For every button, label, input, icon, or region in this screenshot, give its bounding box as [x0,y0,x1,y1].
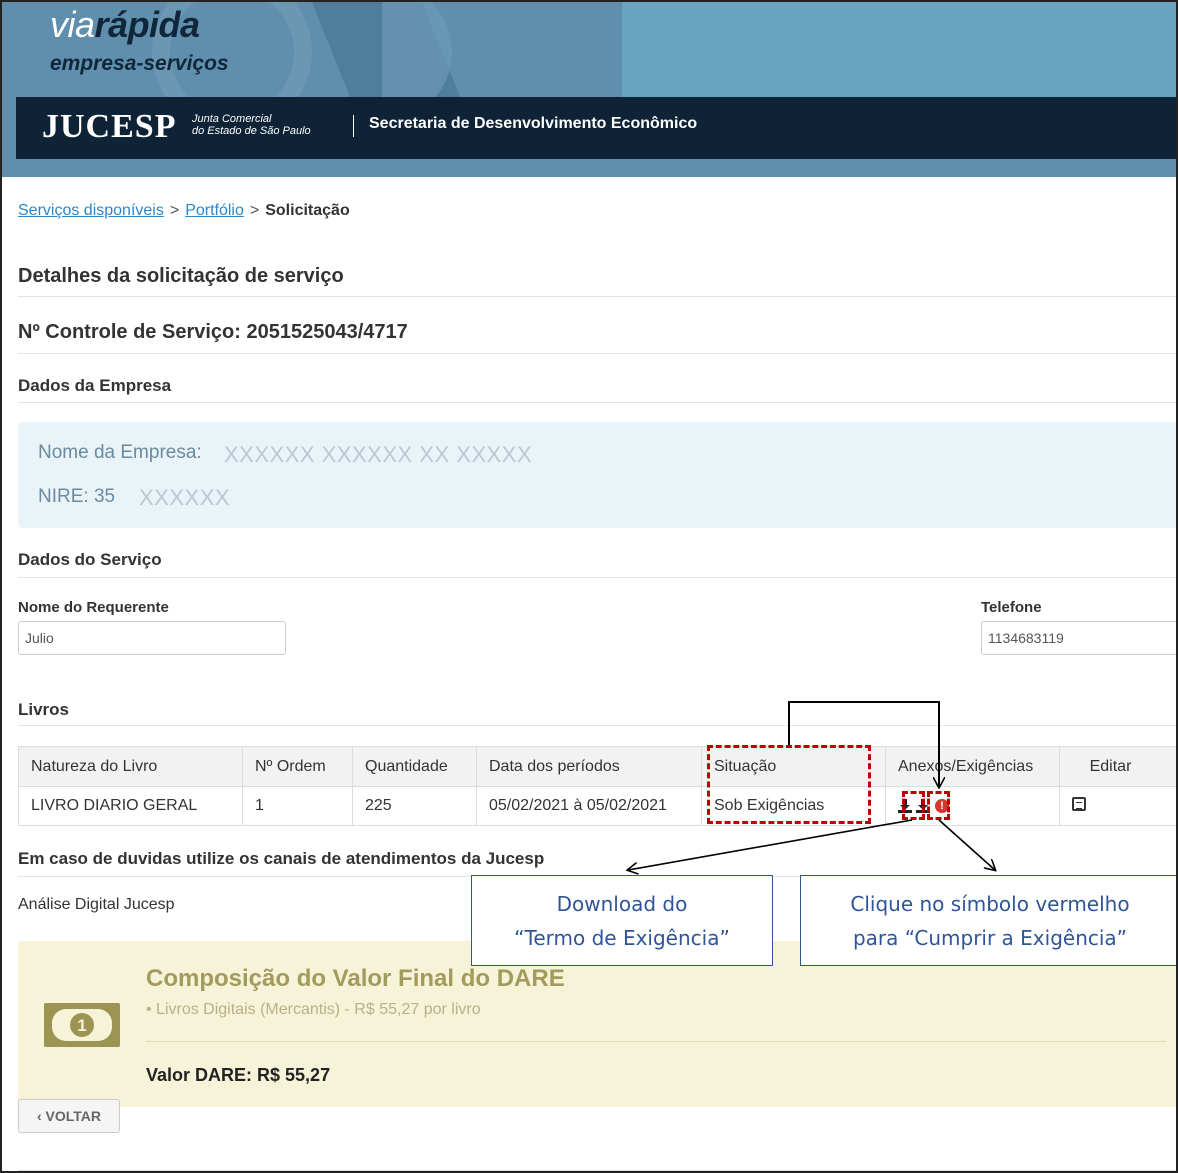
table-cell: 225 [352,786,477,826]
divider [18,725,1176,726]
edit-icon[interactable] [1072,796,1086,811]
table-header-row: Natureza do Livro Nº Ordem Quantidade Da… [18,746,1176,787]
logo-rapida-text: rápida [94,4,201,45]
breadcrumb-current: Solicitação [265,202,350,219]
dare-valor: Valor DARE: R$ 55,27 [146,1065,331,1085]
cumprir-callout: Clique no símbolo vermelho para “Cumprir… [800,875,1176,966]
breadcrumb: Serviços disponíveis > Portfólio > Solicitaç… [18,202,350,220]
livros-heading: Livros [18,700,70,719]
header-banner: viarápida empresa-serviços JUCESP Junta … [2,2,1176,177]
column-header: Editar [1059,746,1176,787]
duvidas-heading: Em caso de duvidas utilize os canais de … [18,849,545,868]
divider [146,1041,1166,1042]
table-cell: LIVRO DIARIO GERAL [18,786,243,826]
table-cell: 1 [242,786,353,826]
secretaria-title: Secretaria de Desenvolvimento Econômico [369,115,698,132]
table-row: LIVRO DIARIO GERAL 1 225 05/02/2021 à 05… [18,786,1176,826]
dare-title: Composição do Valor Final do DARE [146,965,565,992]
callout-line: Download do [556,892,688,916]
callout-line: Clique no símbolo vermelho [850,892,1130,916]
column-header: Natureza do Livro [18,746,243,787]
breadcrumb-separator: > [169,202,180,219]
jucesp-logo[interactable]: JUCESP [42,108,176,146]
analise-digital-text: Análise Digital Jucesp [18,896,175,913]
jucesp-tagline-line1: Junta Comercial [192,113,272,125]
nire-value: XXXXXX [139,485,231,510]
table-cell: 05/02/2021 à 05/02/2021 [476,786,702,826]
divider [18,402,1176,403]
alert-highlight [927,791,950,820]
controle-servico-heading: Nº Controle de Serviço: 2051525043/4717 [18,321,408,343]
dare-item-text: Livros Digitais (Mercantis) - R$ 55,27 p… [156,1001,481,1018]
nome-empresa-label: Nome da Empresa: [38,442,202,463]
banner-decoration [622,2,1176,97]
jucesp-tagline-line2: do Estado de São Paulo [192,125,311,137]
voltar-label: VOLTAR [45,1108,102,1124]
viarapida-logo[interactable]: viarápida [50,4,200,46]
divider [18,1170,1176,1171]
column-header: Nº Ordem [242,746,353,787]
logo-subtitle: empresa-serviços [50,52,229,75]
dados-empresa-heading: Dados da Empresa [18,376,172,395]
page-frame: viarápida empresa-serviços JUCESP Junta … [0,0,1178,1173]
dare-item: • Livros Digitais (Mercantis) - R$ 55,27… [146,1001,481,1018]
callout-line: “Termo de Exigência” [514,926,730,950]
requerente-input[interactable]: Julio [18,621,286,655]
svg-text:1: 1 [77,1016,86,1035]
download-highlight [902,791,925,820]
livros-table: Natureza do Livro Nº Ordem Quantidade Da… [18,746,1176,826]
divider [353,115,354,137]
company-info-box: Nome da Empresa: XXXXXX XXXXXX XX XXXXX … [18,422,1176,528]
logo-via-text: via [50,4,95,45]
situacao-highlight [707,745,871,824]
nome-empresa-value: XXXXXX XXXXXX XX XXXXX [224,442,533,467]
page-title: Detalhes da solicitação de serviço [18,265,344,287]
telefone-label: Telefone [981,599,1042,616]
money-icon: 1 [44,1003,120,1047]
divider [18,353,1176,354]
column-header: Anexos/Exigências [885,746,1060,787]
callout-line: para “Cumprir a Exigência” [852,926,1128,950]
top-bar: JUCESP Junta Comercial do Estado de São … [16,97,1176,159]
divider [18,577,1176,578]
requerente-label: Nome do Requerente [18,599,169,616]
divider [18,296,1176,297]
jucesp-tagline: Junta Comercial do Estado de São Paulo [192,113,311,137]
voltar-button[interactable]: ‹ VOLTAR [18,1099,120,1133]
nire-label: NIRE: 35 [38,486,116,507]
download-callout: Download do “Termo de Exigência” [471,875,773,966]
column-header: Quantidade [352,746,477,787]
dados-servico-heading: Dados do Serviço [18,550,162,569]
breadcrumb-servicos-link[interactable]: Serviços disponíveis [18,202,164,219]
breadcrumb-separator: > [249,202,260,219]
column-header: Data dos períodos [476,746,702,787]
breadcrumb-portfolio-link[interactable]: Portfólio [185,202,244,219]
telefone-input[interactable]: 1134683119 [981,621,1176,655]
editar-cell [1059,786,1176,826]
